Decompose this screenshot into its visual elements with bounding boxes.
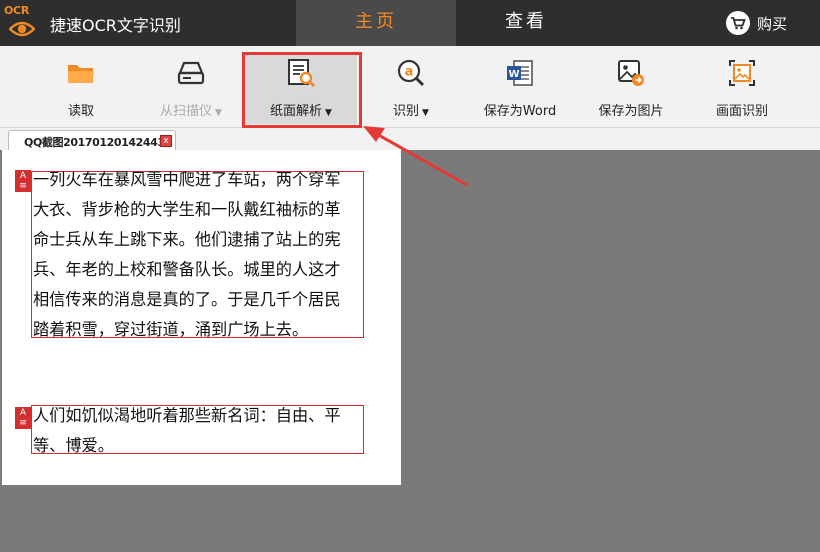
read-button[interactable]: 读取 <box>25 52 137 124</box>
save-image-label: 保存为图片 <box>598 104 664 119</box>
close-icon[interactable]: x <box>160 135 172 147</box>
svg-text:a: a <box>405 65 414 80</box>
text-line: 相信传来的消息是真的了。于是几千个居民 <box>33 290 341 309</box>
page-analysis-button[interactable]: 纸面解析 ▼ <box>245 52 357 124</box>
page-analysis-icon <box>288 59 315 87</box>
recognize-icon: a <box>397 59 425 87</box>
cart-icon <box>726 11 750 35</box>
save-word-button[interactable]: W 保存为Word <box>464 52 576 124</box>
lines-icon: ≡ <box>19 181 27 191</box>
text-block-marker[interactable]: A ≡ <box>15 170 31 192</box>
text-line: 踏着积雪，穿过街道，涌到广场上去。 <box>33 320 309 339</box>
tab-home[interactable]: 主页 <box>296 0 456 46</box>
save-image-button[interactable]: 保存为图片 <box>575 52 687 124</box>
title-bar: OCR 捷速OCR文字识别 主页 查看 购买 <box>0 0 820 46</box>
page-analysis-label: 纸面解析 ▼ <box>270 104 332 119</box>
text-line: 命士兵从车上跳下来。他们逮捕了站上的宪 <box>33 230 341 249</box>
text-line: 一列火车在暴风雪中爬进了车站，两个穿军 <box>33 170 341 189</box>
scanner-button[interactable]: 从扫描仪 ▼ <box>135 52 247 124</box>
text-block-2-content: 人们如饥似渴地听着那些新名词：自由、平 等、博爱。 <box>33 401 341 461</box>
screen-recognize-button[interactable]: 画面识别 <box>686 52 798 124</box>
save-word-label: 保存为Word <box>483 104 557 119</box>
folder-icon <box>68 65 94 83</box>
recognize-button[interactable]: a 识别 ▼ <box>355 52 467 124</box>
scanner-icon <box>177 61 205 85</box>
chevron-down-icon: ▼ <box>215 108 222 118</box>
toolbar: 读取 从扫描仪 ▼ 纸面解析 ▼ a 识别 ▼ W 保存为Word 保存为图片 … <box>0 46 820 128</box>
scanner-label: 从扫描仪 ▼ <box>160 104 222 119</box>
chevron-down-icon: ▼ <box>422 108 429 118</box>
text-line: 大衣、背步枪的大学生和一队戴红袖标的革 <box>33 200 341 219</box>
text-block-marker[interactable]: A ≡ <box>15 407 31 429</box>
lines-icon: ≡ <box>19 418 27 428</box>
document-tab-label: QQ截图20170120142443 <box>24 136 165 149</box>
buy-label: 购买 <box>757 14 788 33</box>
screen-recognize-label: 画面识别 <box>715 104 768 119</box>
save-image-icon <box>618 60 644 86</box>
app-title: 捷速OCR文字识别 <box>50 16 181 35</box>
chevron-down-icon: ▼ <box>325 108 332 118</box>
screen-recognize-icon <box>729 60 755 86</box>
read-label: 读取 <box>67 104 94 119</box>
tab-view[interactable]: 查看 <box>446 0 606 46</box>
buy-button[interactable]: 购买 <box>726 11 787 35</box>
document-page: A ≡ 一列火车在暴风雪中爬进了车站，两个穿军 大衣、背步枪的大学生和一队戴红袖标… <box>2 150 401 485</box>
logo-text: OCR <box>4 4 29 17</box>
workspace: A ≡ 一列火车在暴风雪中爬进了车站，两个穿军 大衣、背步枪的大学生和一队戴红袖标… <box>0 150 820 552</box>
text-line: 等、博爱。 <box>33 436 114 455</box>
document-tab-bar: QQ截图20170120142443 x <box>0 128 820 150</box>
text-block-icon: A <box>19 408 27 418</box>
document-tab[interactable]: QQ截图20170120142443 x <box>8 130 176 150</box>
text-line: 兵、年老的上校和警备队长。城里的人这才 <box>33 260 341 279</box>
text-block-icon: A <box>19 171 27 181</box>
text-line: 人们如饥似渴地听着那些新名词：自由、平 <box>33 406 341 425</box>
recognize-label: 识别 ▼ <box>393 104 429 119</box>
svg-text:W: W <box>508 69 519 80</box>
word-icon: W <box>507 60 533 86</box>
eye-icon <box>9 21 35 37</box>
app-logo: OCR <box>4 4 40 42</box>
text-block-1-content: 一列火车在暴风雪中爬进了车站，两个穿军 大衣、背步枪的大学生和一队戴红袖标的革 命士… <box>33 165 341 345</box>
